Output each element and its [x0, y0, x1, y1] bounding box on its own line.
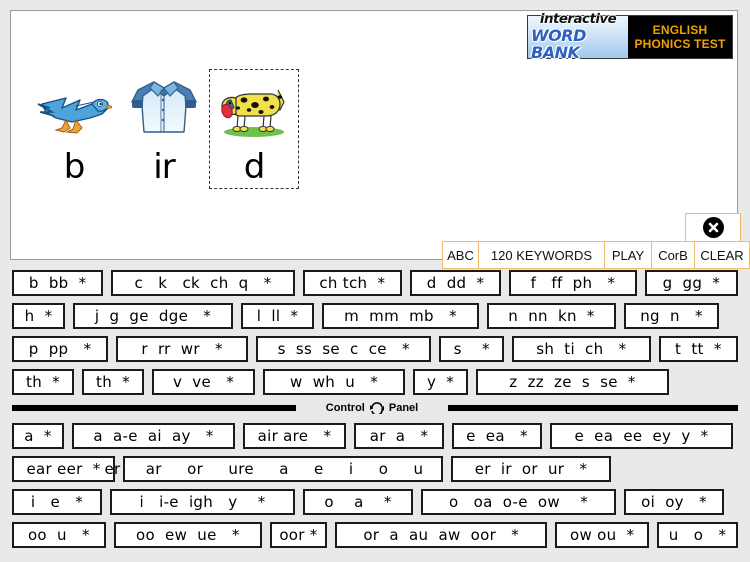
control-panel-divider: Control Panel — [0, 400, 750, 416]
word-builder-stage: interactive WORD BANK ENGLISH PHONICS TE… — [10, 10, 750, 269]
phoneme-button[interactable]: a * — [12, 422, 64, 449]
phoneme-panel: b bb * c k ck ch q * ch tch * d dd * f ff ph… — [0, 266, 750, 551]
vowel-row-2: ear eer * er ar or ure a e i o u * er ir o… — [0, 452, 750, 485]
phoneme-button[interactable]: sh ti ch * — [511, 335, 651, 362]
phoneme-button[interactable]: f ff ph * — [509, 269, 637, 296]
phoneme-button[interactable]: n nn kn * — [487, 302, 616, 329]
clear-button[interactable]: CLEAR — [694, 241, 750, 269]
logo-interactive-word-bank: interactive WORD BANK — [528, 12, 628, 62]
phoneme-button[interactable]: ch tch * — [302, 269, 402, 296]
word-tile-3-label: d — [243, 147, 266, 187]
vowel-row-1: a * a a-e ai ay * air are * ar a * e ea * e e… — [0, 419, 750, 452]
shirt-icon — [128, 76, 200, 138]
consonant-row-4: th * th * v ve * w wh u * y * z zz ze s se * — [0, 365, 750, 398]
control-label: Control — [325, 402, 365, 414]
phoneme-button[interactable]: c k ck ch q * — [111, 269, 295, 296]
phoneme-button[interactable]: y * — [413, 368, 468, 395]
phoneme-button[interactable]: a a-e ai ay * — [72, 422, 235, 449]
phoneme-button[interactable]: r rr wr * — [116, 335, 249, 362]
phoneme-button[interactable]: th * — [82, 368, 144, 395]
close-button[interactable] — [685, 213, 741, 241]
phoneme-button[interactable]: z zz ze s se * — [476, 368, 669, 395]
logo-title-line2: PHONICS TEST — [634, 37, 726, 51]
phoneme-button[interactable]: h * — [12, 302, 65, 329]
word-tile-1-label: b — [63, 147, 86, 187]
phoneme-button[interactable]: or a au aw oor * — [335, 521, 548, 548]
dog-icon — [214, 76, 294, 138]
panel-label: Panel — [388, 402, 419, 414]
logo-word-interactive: interactive — [539, 12, 617, 27]
consonant-row-3: p pp * r rr wr * s ss se c ce * s * sh ti ch… — [0, 332, 750, 365]
word-tile-3[interactable]: d — [209, 69, 299, 189]
phonics-app: interactive WORD BANK ENGLISH PHONICS TE… — [0, 0, 750, 562]
phoneme-button[interactable]: air are * — [243, 422, 346, 449]
phoneme-button[interactable]: oor * — [269, 521, 328, 548]
phoneme-button[interactable]: i e * — [12, 488, 102, 515]
word-tile-2-label: ir — [153, 147, 175, 187]
consonant-row-1: b bb * c k ck ch q * ch tch * d dd * f ff ph… — [0, 266, 750, 299]
divider-bar-right — [448, 405, 738, 411]
word-tile-2[interactable]: ir — [119, 69, 209, 189]
swap-arrows-icon — [369, 402, 385, 414]
logo-title-block: ENGLISH PHONICS TEST — [628, 16, 732, 58]
app-logo: interactive WORD BANK ENGLISH PHONICS TE… — [527, 12, 733, 62]
phoneme-button[interactable]: p pp * — [12, 335, 109, 362]
control-panel-label: Control Panel — [296, 402, 448, 414]
word-tiles: b ir d — [29, 69, 299, 189]
phoneme-button[interactable]: o a * — [303, 488, 413, 515]
consonant-row-2: h * j g ge dge * l ll * m mm mb * n nn kn * n… — [0, 299, 750, 332]
phoneme-button[interactable]: er ar or ure a e i o u * — [104, 455, 461, 482]
play-button[interactable]: PLAY — [604, 241, 651, 269]
phoneme-button[interactable]: o oa o-e ow * — [421, 488, 616, 515]
stage-toolbar: ABC 120 KEYWORDS PLAY CorB CLEAR — [442, 241, 750, 269]
abc-button[interactable]: ABC — [442, 241, 478, 269]
phoneme-button[interactable]: oo ew ue * — [113, 521, 262, 548]
phoneme-button[interactable]: oo u * — [12, 521, 106, 548]
divider-bar-left — [12, 405, 296, 411]
phoneme-button[interactable]: b bb * — [12, 269, 104, 296]
phoneme-button[interactable]: w wh u * — [263, 368, 405, 395]
logo-word-word-bank: WORD BANK — [531, 26, 586, 62]
word-tile-1[interactable]: b — [29, 69, 119, 189]
phoneme-button[interactable]: l ll * — [241, 302, 314, 329]
phoneme-button[interactable]: er ir or ur * — [451, 455, 611, 482]
bird-icon — [36, 76, 112, 138]
vowel-row-3: i e * i i-e igh y * o a * o oa o-e ow * oi o… — [0, 485, 750, 518]
corb-button[interactable]: CorB — [651, 241, 694, 269]
phoneme-button[interactable]: g gg * — [644, 269, 738, 296]
phoneme-button[interactable]: s ss se c ce * — [256, 335, 432, 362]
phoneme-button[interactable]: oi oy * — [624, 488, 724, 515]
keywords-button[interactable]: 120 KEYWORDS — [478, 241, 604, 269]
phoneme-button[interactable]: i i-e igh y * — [110, 488, 295, 515]
phoneme-button[interactable]: e ea * — [452, 422, 542, 449]
phoneme-button[interactable]: u o * — [657, 521, 739, 548]
phoneme-button[interactable]: t tt * — [658, 335, 739, 362]
logo-title-line1: ENGLISH — [652, 23, 708, 37]
phoneme-button[interactable]: m mm mb * — [322, 302, 479, 329]
phoneme-button[interactable]: ar a * — [354, 422, 444, 449]
phoneme-button[interactable]: ow ou * — [555, 521, 650, 548]
phoneme-button[interactable]: ear eer * — [12, 455, 115, 482]
phoneme-button[interactable]: th * — [12, 368, 74, 395]
phoneme-button[interactable]: d dd * — [409, 269, 502, 296]
phoneme-button[interactable]: ng n * — [624, 302, 719, 329]
phoneme-button[interactable]: j g ge dge * — [73, 302, 233, 329]
phoneme-button[interactable]: v ve * — [152, 368, 255, 395]
vowel-row-4: oo u * oo ew ue * oor * or a au aw oor * ow … — [0, 518, 750, 551]
phoneme-button[interactable]: s * — [439, 335, 504, 362]
close-icon — [702, 217, 724, 238]
phoneme-button[interactable]: e ea ee ey y * — [550, 422, 733, 449]
